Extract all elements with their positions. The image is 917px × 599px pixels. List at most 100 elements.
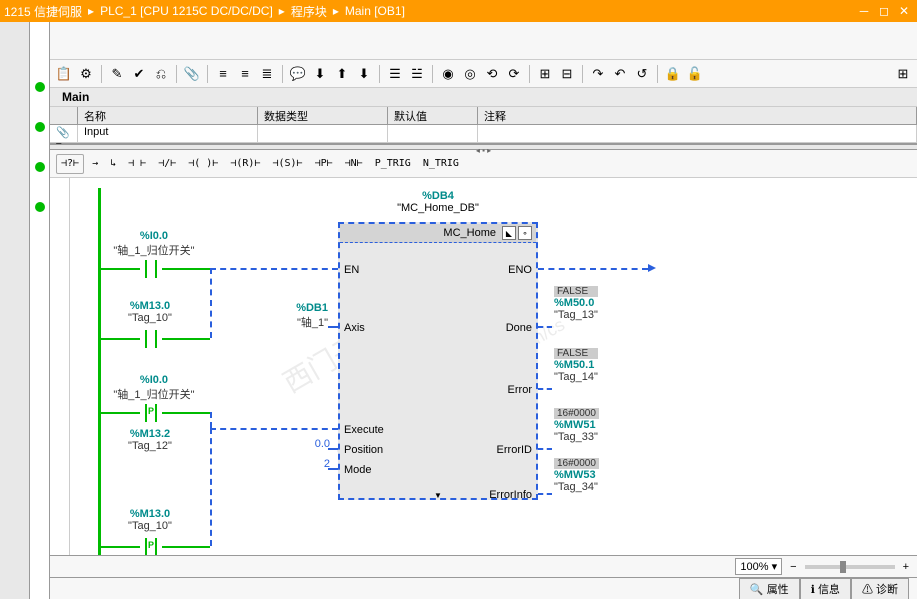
zoom-minus[interactable]: − bbox=[790, 561, 796, 573]
status-strip-inner bbox=[50, 178, 70, 555]
tb-btn[interactable]: ↶ bbox=[610, 64, 630, 84]
fb-mc-home[interactable]: MC_Home ◣ ⚬ EN ENO Axis Done Error Execu… bbox=[338, 222, 538, 500]
far-left-panel bbox=[0, 22, 30, 599]
input-mode[interactable]: 2 bbox=[290, 458, 330, 470]
lad-coil[interactable]: ⊣( )⊢ bbox=[184, 154, 222, 174]
input-position[interactable]: 0.0 bbox=[290, 438, 330, 450]
tb-btn[interactable]: 🔓 bbox=[685, 64, 705, 84]
fb-name: MC_Home bbox=[443, 227, 496, 239]
minimize-button[interactable]: ─ bbox=[855, 3, 873, 19]
lad-help[interactable]: ⊣?⊢ bbox=[56, 154, 84, 174]
lad-arrow[interactable]: → bbox=[88, 154, 102, 174]
col-type[interactable]: 数据类型 bbox=[258, 107, 388, 124]
output-done[interactable]: FALSE %M50.0 "Tag_13" bbox=[554, 286, 598, 321]
zoom-plus[interactable]: + bbox=[903, 561, 909, 573]
status-bar: 100% ▾ − + bbox=[50, 555, 917, 577]
port-position: Position bbox=[344, 444, 383, 456]
port-axis: Axis bbox=[344, 322, 365, 334]
tb-btn[interactable]: ⊞ bbox=[535, 64, 555, 84]
title-plc: PLC_1 [CPU 1215C DC/DC/DC] bbox=[100, 4, 273, 18]
tb-btn[interactable]: ≡ bbox=[213, 64, 233, 84]
lad-nc[interactable]: ⊣/⊢ bbox=[154, 154, 180, 174]
port-error: Error bbox=[508, 384, 532, 396]
col-default[interactable]: 默认值 bbox=[388, 107, 478, 124]
contact-p-2[interactable]: P bbox=[140, 538, 162, 555]
tb-btn[interactable]: ⬇ bbox=[310, 64, 330, 84]
row-input[interactable]: Input bbox=[78, 125, 258, 142]
tb-btn[interactable]: ✔ bbox=[129, 64, 149, 84]
tab-info[interactable]: ℹ 信息 bbox=[800, 578, 851, 599]
tb-btn[interactable]: ⊞ bbox=[893, 64, 913, 84]
tb-btn[interactable]: ⚙ bbox=[76, 64, 96, 84]
lad-p[interactable]: ⊣P⊢ bbox=[311, 154, 337, 174]
tb-btn[interactable]: ⬇ bbox=[354, 64, 374, 84]
tag-c5[interactable]: %M13.0 "Tag_10" bbox=[110, 508, 190, 532]
contact-no-2[interactable] bbox=[140, 330, 162, 348]
lad-n[interactable]: ⊣N⊢ bbox=[341, 154, 367, 174]
breadcrumb-sep: ▸ bbox=[279, 4, 285, 18]
tb-btn[interactable]: ◉ bbox=[438, 64, 458, 84]
tag-c1[interactable]: %I0.0 "轴_1_归位开关" bbox=[104, 230, 204, 258]
lad-ntrig[interactable]: N_TRIG bbox=[419, 154, 463, 174]
online-dot bbox=[35, 162, 45, 172]
lad-branch[interactable]: ↳ bbox=[106, 154, 120, 174]
contact-no-1[interactable] bbox=[140, 260, 162, 278]
tb-btn[interactable]: 📎 bbox=[182, 64, 202, 84]
tb-btn[interactable]: ⟲ bbox=[482, 64, 502, 84]
zoom-slider[interactable] bbox=[805, 565, 895, 569]
tb-btn[interactable]: ✎ bbox=[107, 64, 127, 84]
input-axis[interactable]: %DB1 "轴_1" bbox=[258, 302, 328, 330]
port-execute: Execute bbox=[344, 424, 384, 436]
lad-s[interactable]: ⊣(S)⊢ bbox=[268, 154, 306, 174]
inspector-tabs: 🔍 属性 ℹ 信息 ⚠ 诊断 bbox=[50, 577, 917, 599]
tb-btn[interactable]: ≡ bbox=[235, 64, 255, 84]
tb-btn[interactable]: ☰ bbox=[385, 64, 405, 84]
tab-diagnostics[interactable]: ⚠ 诊断 bbox=[851, 578, 909, 599]
title-bar: 1215 信捷伺服 ▸ PLC_1 [CPU 1215C DC/DC/DC] ▸… bbox=[0, 0, 917, 22]
tag-c2[interactable]: %M13.0 "Tag_10" bbox=[110, 300, 190, 324]
main-toolbar: 📋 ⚙ ✎ ✔ ⎌ 📎 ≡ ≡ ≣ 💬 ⬇ ⬆ ⬇ ☰ ☱ ◉ ◎ ⟲ ⟳ bbox=[50, 60, 917, 88]
row-icon[interactable]: 📎 ▾ bbox=[50, 125, 78, 142]
title-block: Main [OB1] bbox=[345, 4, 405, 18]
tag-c3[interactable]: %I0.0 "轴_1_归位开关" bbox=[104, 374, 204, 402]
port-errorid: ErrorID bbox=[497, 444, 532, 456]
contact-p-1[interactable]: P bbox=[140, 404, 162, 422]
upper-pane bbox=[50, 22, 917, 60]
tb-btn[interactable]: ≣ bbox=[257, 64, 277, 84]
tb-btn[interactable]: 📋 bbox=[54, 64, 74, 84]
fb-param-icon[interactable]: ⚬ bbox=[518, 226, 532, 240]
block-name: Main bbox=[50, 88, 917, 107]
title-folder: 程序块 bbox=[291, 3, 327, 20]
tb-btn[interactable]: ↷ bbox=[588, 64, 608, 84]
output-errorinfo[interactable]: 16#0000 %MW53 "Tag_34" bbox=[554, 458, 599, 493]
interface-table: 名称 数据类型 默认值 注释 📎 ▾ Input bbox=[50, 107, 917, 144]
tb-btn[interactable]: ◎ bbox=[460, 64, 480, 84]
output-error[interactable]: FALSE %M50.1 "Tag_14" bbox=[554, 348, 598, 383]
ladder-editor[interactable]: 西门子工业找答案 support.industry.siemens.com/cs… bbox=[70, 178, 917, 555]
tb-btn[interactable]: 💬 bbox=[288, 64, 308, 84]
eno-arrow-icon bbox=[648, 264, 656, 272]
fb-info-icon[interactable]: ◣ bbox=[502, 226, 516, 240]
port-en: EN bbox=[344, 264, 359, 276]
lad-no[interactable]: ⊣ ⊢ bbox=[124, 154, 150, 174]
tab-properties[interactable]: 🔍 属性 bbox=[739, 578, 800, 599]
output-errorid[interactable]: 16#0000 %MW51 "Tag_33" bbox=[554, 408, 599, 443]
col-comment[interactable]: 注释 bbox=[478, 107, 917, 124]
tb-btn[interactable]: ⎌ bbox=[151, 64, 171, 84]
zoom-select[interactable]: 100% ▾ bbox=[735, 558, 782, 575]
tb-btn[interactable]: 🔒 bbox=[663, 64, 683, 84]
close-button[interactable]: ✕ bbox=[895, 3, 913, 19]
tb-btn[interactable]: ⬆ bbox=[332, 64, 352, 84]
horizontal-splitter[interactable]: ◂ ▪ ▸ bbox=[50, 144, 917, 150]
col-name[interactable]: 名称 bbox=[78, 107, 258, 124]
lad-r[interactable]: ⊣(R)⊢ bbox=[226, 154, 264, 174]
tb-btn[interactable]: ⊟ bbox=[557, 64, 577, 84]
online-status-strip bbox=[30, 22, 50, 599]
tag-c4[interactable]: %M13.2 "Tag_12" bbox=[110, 428, 190, 452]
tb-btn[interactable]: ⟳ bbox=[504, 64, 524, 84]
power-rail bbox=[98, 188, 101, 555]
lad-ptrig[interactable]: P_TRIG bbox=[371, 154, 415, 174]
tb-btn[interactable]: ↺ bbox=[632, 64, 652, 84]
maximize-button[interactable]: ◻ bbox=[875, 3, 893, 19]
tb-btn[interactable]: ☱ bbox=[407, 64, 427, 84]
